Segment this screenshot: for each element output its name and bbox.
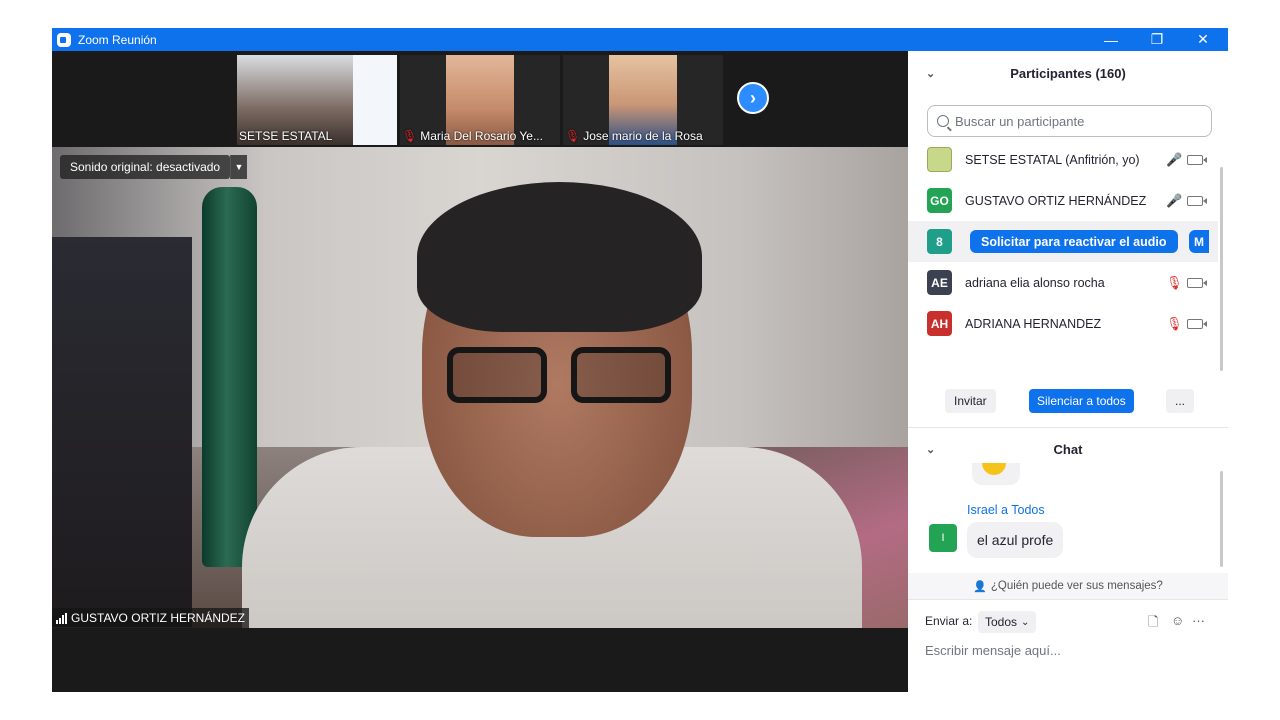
recipient-value: Todos [985,615,1018,629]
chat-title: Chat [1053,441,1083,457]
zoom-logo-icon [57,32,71,47]
zoom-window: Zoom Reunión — ❐ ✕ SETSE ESTATAL 🎙 Maria … [52,28,1228,692]
original-sound-dropdown[interactable]: ▼ [230,155,247,179]
send-to-row: Enviar a: Todos ⌄ 🗋 ☺ ··· [908,609,1228,635]
more-options-button[interactable]: ... [1166,389,1195,413]
mic-muted-icon[interactable]: 🎙 [1166,275,1183,291]
participant-name: GUSTAVO ORTIZ HERNÁNDEZ [965,193,1147,208]
speaker-figure [417,182,702,332]
video-background [52,237,192,627]
file-icon[interactable]: 🗋 [1148,613,1158,635]
avatar: 8 [927,229,952,254]
participant-actions: Invitar Silenciar a todos ... [908,389,1228,415]
participant-row[interactable]: GO GUSTAVO ORTIZ HERNÁNDEZ 🎤 [908,180,1218,221]
recipient-dropdown[interactable]: Todos ⌄ [978,611,1037,633]
active-speaker-label: GUSTAVO ORTIZ HERNÁNDEZ [52,608,250,628]
chat-header: ⌄ Chat [908,427,1228,471]
chat-message-input[interactable] [925,639,1215,661]
emoji-message [972,463,1020,485]
thumbnail-video[interactable]: SETSE ESTATAL [237,55,397,145]
collapse-chat-icon[interactable]: ⌄ [926,443,935,456]
emoji-icon[interactable]: ☺ [1171,613,1184,628]
participant-name: SETSE ESTATAL (Anfitrión, yo) [965,152,1140,167]
window-title: Zoom Reunión [78,32,157,47]
participant-row[interactable]: 8 Solicitar para reactivar el audio M [908,221,1218,262]
participant-row[interactable]: AE adriana elia alonso rocha 🎙 [908,262,1218,303]
avatar: AE [927,270,952,295]
participants-scrollbar[interactable] [1220,167,1223,371]
speaker-figure [447,347,677,407]
participants-title: Participantes (160) [1010,65,1126,81]
more-button[interactable]: M [1189,230,1209,253]
request-unmute-button[interactable]: Solicitar para reactivar el audio [970,230,1178,253]
search-icon [937,115,949,127]
mic-icon[interactable]: 🎤 [1166,193,1182,209]
active-speaker-video: Sonido original: desactivado ▼ GUSTAVO O… [52,147,908,628]
more-icon[interactable]: ··· [1192,613,1205,628]
participant-name: adriana elia alonso rocha [965,275,1105,290]
minimize-button[interactable]: — [1088,28,1134,51]
speaker-figure [447,347,547,403]
invite-button[interactable]: Invitar [945,389,996,413]
send-to-label: Enviar a: [925,614,973,628]
video-area: SETSE ESTATAL 🎙 Maria Del Rosario Ye... 🎙… [52,51,908,692]
chat-message: el azul profe [967,522,1064,558]
chat-sender: Israel a Todos [967,503,1045,517]
close-button[interactable]: ✕ [1180,28,1226,51]
active-speaker-name: GUSTAVO ORTIZ HERNÁNDEZ [71,611,246,625]
next-page-arrow-icon[interactable]: › [737,82,769,114]
avatar: AH [927,311,952,336]
thumbnail-name: SETSE ESTATAL [239,129,333,143]
thumbnail-video[interactable]: 🎙 Maria Del Rosario Ye... [400,55,560,145]
title-bar: Zoom Reunión — ❐ ✕ [52,28,1228,51]
participant-row[interactable]: AH ADRIANA HERNANDEZ 🎙 [908,303,1218,344]
side-panel: ⌄ Participantes (160) Buscar un particip… [908,51,1228,692]
thumbnail-name: 🎙 Jose mario de la Rosa [565,129,703,143]
camera-icon[interactable] [1187,277,1207,288]
shared-screen [353,55,397,145]
original-sound-toggle[interactable]: Sonido original: desactivado [60,155,231,179]
video-background [202,187,257,567]
chat-avatar: I [929,524,957,552]
collapse-participants-icon[interactable]: ⌄ [926,67,935,80]
chat-scrollbar[interactable] [1220,471,1223,567]
thumbnail-video[interactable]: 🎙 Jose mario de la Rosa [563,55,723,145]
camera-icon[interactable] [1187,195,1207,206]
camera-icon[interactable] [1187,154,1207,165]
camera-icon[interactable] [1187,318,1207,329]
muted-mic-icon: 🎙 [565,129,581,143]
restore-button[interactable]: ❐ [1134,28,1180,51]
participant-row[interactable]: SETSE ESTATAL (Anfitrión, yo) 🎤 [908,139,1218,180]
speaker-figure [571,347,671,403]
who-can-see-label: ¿Quién puede ver sus mensajes? [990,580,1163,592]
who-can-see-messages[interactable]: 👤 ¿Quién puede ver sus mensajes? [908,573,1228,599]
chevron-down-icon: ⌄ [1021,616,1030,628]
participant-list: SETSE ESTATAL (Anfitrión, yo) 🎤 GO GUSTA… [908,139,1228,349]
participants-header: ⌄ Participantes (160) [908,51,1228,95]
mic-icon[interactable]: 🎤 [1166,152,1182,168]
signal-strength-icon [56,612,67,624]
participant-name: ADRIANA HERNANDEZ [965,316,1102,331]
search-placeholder: Buscar un participante [955,113,1085,129]
participant-search[interactable]: Buscar un participante [927,105,1212,137]
mute-all-button[interactable]: Silenciar a todos [1029,389,1134,413]
thumbnail-name: 🎙 Maria Del Rosario Ye... [402,129,543,143]
avatar: GO [927,188,952,213]
person-icon: 👤 [973,580,987,593]
thumbnail-strip: SETSE ESTATAL 🎙 Maria Del Rosario Ye... 🎙… [52,51,908,147]
host-avatar [927,147,952,172]
divider [908,599,1228,600]
mic-muted-icon[interactable]: 🎙 [1166,316,1183,332]
muted-mic-icon: 🎙 [402,129,418,143]
